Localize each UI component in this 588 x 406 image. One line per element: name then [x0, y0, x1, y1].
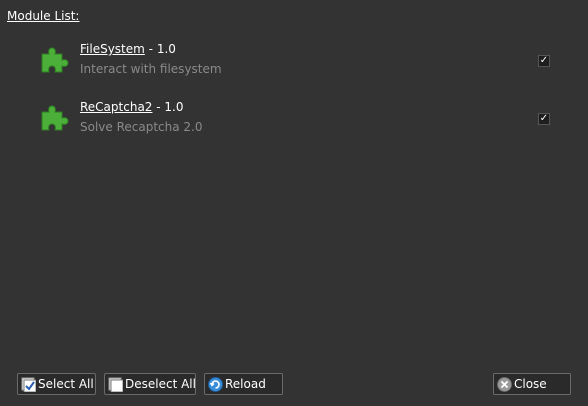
deselect-all-label: Deselect All [125, 377, 196, 391]
close-button[interactable]: Close [493, 373, 571, 395]
module-enabled-checkbox[interactable]: ✓ [538, 55, 550, 67]
module-enabled-checkbox[interactable]: ✓ [538, 113, 550, 125]
module-item: ReCaptcha2 - 1.0 Solve Recaptcha 2.0 ✓ [38, 100, 558, 136]
module-name-link[interactable]: ReCaptcha2 [80, 100, 152, 114]
checkbox-checked-icon [21, 377, 36, 392]
module-version-separator: - [148, 42, 157, 56]
reload-button[interactable]: Reload [204, 373, 283, 395]
checkbox-empty-icon [108, 377, 123, 392]
reload-label: Reload [225, 377, 266, 391]
deselect-all-button[interactable]: Deselect All [104, 373, 196, 395]
module-version: 1.0 [156, 42, 176, 56]
module-list-title: Module List: [7, 9, 80, 23]
select-all-label: Select All [38, 377, 94, 391]
module-name-link[interactable]: FileSystem [80, 42, 145, 56]
close-icon [497, 376, 512, 392]
module-description: Solve Recaptcha 2.0 [80, 120, 203, 134]
close-label: Close [514, 377, 547, 391]
puzzle-icon [41, 47, 69, 73]
puzzle-icon [41, 105, 69, 131]
select-all-button[interactable]: Select All [17, 373, 96, 395]
module-item: FileSystem - 1.0 Interact with filesyste… [38, 42, 558, 78]
module-description: Interact with filesystem [80, 62, 222, 76]
module-version: 1.0 [164, 100, 184, 114]
reload-icon [208, 376, 223, 392]
